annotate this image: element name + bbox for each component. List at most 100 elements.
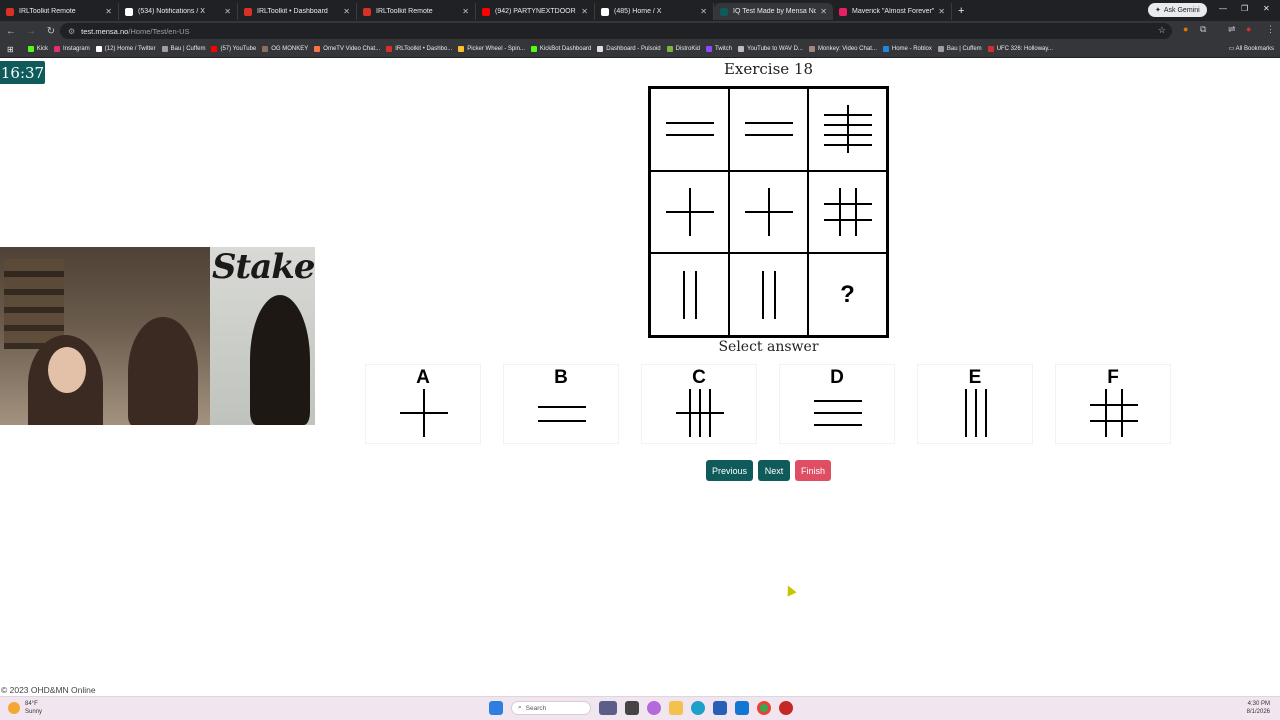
store-icon[interactable]	[713, 701, 727, 715]
widgets-icon[interactable]	[599, 701, 617, 715]
task-view-icon[interactable]	[625, 701, 639, 715]
puzzle-matrix: ?	[648, 86, 889, 338]
answer-option-c[interactable]: C	[641, 364, 757, 444]
answer-option-e[interactable]: E	[917, 364, 1033, 444]
sun-icon	[8, 702, 20, 714]
back-icon[interactable]: ←	[2, 26, 20, 37]
tab-title: IRLToolkit Remote	[19, 8, 76, 15]
bookmark-label: Dashboard - Pulsoid	[606, 46, 661, 52]
next-button[interactable]: Next	[758, 460, 790, 481]
bookmark-label: Picker Wheel - Spin...	[467, 46, 525, 52]
two-vertical-lines-pattern	[682, 270, 697, 319]
browser-tab[interactable]: (534) Notifications / X ✕	[119, 3, 238, 20]
tab-close-icon[interactable]: ✕	[700, 7, 707, 16]
bookmark-favicon-icon	[458, 46, 465, 52]
taskbar-search[interactable]: ⌕ Search	[511, 701, 591, 715]
bookmark-label: OG MONKEY	[271, 46, 309, 52]
menu-kebab-icon[interactable]: ⋮	[1266, 24, 1275, 35]
matrix-cell-6	[808, 170, 887, 254]
bookmark-item[interactable]: DistroKid	[664, 46, 703, 52]
apps-grid-icon[interactable]: ⊞	[4, 45, 17, 54]
all-bookmarks[interactable]: ▭ All Bookmarks	[1229, 45, 1274, 52]
system-clock[interactable]: 4:30 PM 8/1/2026	[1247, 700, 1270, 716]
select-answer-label: Select answer	[718, 339, 819, 355]
bookmark-label: DistroKid	[675, 46, 700, 52]
bookmark-item[interactable]: Twitch	[703, 46, 735, 52]
option-letter: A	[416, 367, 430, 388]
bookmark-item[interactable]: OmeTV Video Chat...	[311, 46, 383, 52]
tab-title: IQ Test Made by Mensa Norwa	[733, 8, 817, 15]
windows-start-icon[interactable]	[489, 701, 503, 715]
tab-title: Maverick "Almost Forever" EP	[852, 8, 935, 15]
webcam-person-left-face	[48, 347, 86, 393]
browser-tab[interactable]: (942) PARTYNEXTDOOR - Only ✕	[476, 3, 595, 20]
webcam-stake-logo: Stake	[212, 247, 315, 287]
browser-tab-bar: IRLToolkit Remote ✕ (534) Notifications / …	[0, 0, 1280, 21]
three-vertical-one-horizontal-pattern	[676, 389, 724, 437]
browser-tab[interactable]: IRLToolkit • Dashboard ✕	[238, 3, 357, 20]
chrome-icon[interactable]	[757, 701, 771, 715]
answer-option-f[interactable]: F	[1055, 364, 1171, 444]
app-record-icon[interactable]	[779, 701, 793, 715]
profile-avatar-icon[interactable]: ●	[1246, 24, 1251, 34]
browser-tab[interactable]: IRLToolkit Remote ✕	[0, 3, 119, 20]
bookmark-item[interactable]: Bau | Cuffem	[935, 46, 985, 52]
answer-option-a[interactable]: A	[365, 364, 481, 444]
ask-gemini-button[interactable]: ✦ Ask Gemini	[1148, 3, 1207, 17]
address-bar[interactable]: ⚙ test.mensa.no /Home/Test/en-US ☆	[60, 23, 1172, 39]
bookmark-item[interactable]: UFC 326: Holloway...	[985, 46, 1056, 52]
tab-close-icon[interactable]: ✕	[224, 7, 231, 16]
tab-close-icon[interactable]: ✕	[820, 7, 827, 16]
previous-button[interactable]: Previous	[706, 460, 753, 481]
file-explorer-icon[interactable]	[669, 701, 683, 715]
site-info-icon[interactable]: ⚙	[68, 27, 75, 36]
tab-close-icon[interactable]: ✕	[462, 7, 469, 16]
restore-icon[interactable]: ❐	[1241, 4, 1248, 13]
answer-option-b[interactable]: B	[503, 364, 619, 444]
webcam-person-middle	[128, 317, 198, 425]
bookmark-item[interactable]: OG MONKEY	[259, 46, 311, 52]
bookmark-item[interactable]: Bau | Cuffem	[159, 46, 209, 52]
browser-tab[interactable]: Maverick "Almost Forever" EP✕	[833, 3, 952, 20]
taskbar-search-label: Search	[525, 704, 547, 712]
bookmark-item[interactable]: Picker Wheel - Spin...	[455, 46, 528, 52]
extension-icon[interactable]: ●	[1183, 24, 1188, 34]
new-tab-button[interactable]: +	[958, 5, 964, 17]
copilot-icon[interactable]	[647, 701, 661, 715]
tab-close-icon[interactable]: ✕	[581, 7, 588, 16]
finish-button[interactable]: Finish	[795, 460, 831, 481]
option-letter: C	[692, 367, 706, 388]
bookmark-item[interactable]: YouTube to WAV D...	[735, 46, 806, 52]
browser-tab[interactable]: IRLToolkit Remote ✕	[357, 3, 476, 20]
forward-icon[interactable]: →	[22, 26, 40, 37]
bookmark-item[interactable]: KickBot Dashboard	[528, 46, 594, 52]
tab-close-icon[interactable]: ✕	[343, 7, 350, 16]
bookmark-item[interactable]: Instagram	[51, 46, 93, 52]
bookmark-item[interactable]: Dashboard - Pulsoid	[594, 46, 663, 52]
outlook-icon[interactable]	[735, 701, 749, 715]
answer-option-d[interactable]: D	[779, 364, 895, 444]
bookmark-item[interactable]: (57) YouTube	[208, 46, 259, 52]
reload-icon[interactable]: ↻	[42, 26, 60, 37]
close-window-icon[interactable]: ✕	[1263, 4, 1270, 13]
browser-tab[interactable]: IQ Test Made by Mensa Norwa✕	[714, 3, 833, 20]
edge-icon[interactable]	[691, 701, 705, 715]
browser-tab[interactable]: (485) Home / X ✕	[595, 3, 714, 20]
weather-widget[interactable]: 84°F Sunny	[8, 700, 42, 716]
bookmark-favicon-icon	[54, 46, 61, 52]
bookmark-item[interactable]: Monkey: Video Chat...	[806, 46, 880, 52]
bookmark-label: OmeTV Video Chat...	[323, 46, 381, 52]
option-letter: F	[1107, 367, 1119, 388]
tab-close-icon[interactable]: ✕	[105, 7, 112, 16]
bookmark-item[interactable]: Kick	[25, 46, 51, 52]
minimize-icon[interactable]: —	[1219, 4, 1227, 13]
exercise-title: Exercise 18	[723, 60, 814, 78]
bookmark-item[interactable]: (12) Home / Twitter	[93, 46, 159, 52]
clock-date: 8/1/2026	[1246, 709, 1270, 715]
extensions-puzzle-icon[interactable]: ⧉	[1200, 24, 1206, 35]
cast-icon[interactable]: ⇌	[1228, 24, 1236, 35]
bookmark-item[interactable]: IRLToolkit • Dashbo...	[383, 46, 455, 52]
bookmark-item[interactable]: Home - Roblox	[880, 46, 935, 52]
bookmark-star-icon[interactable]: ☆	[1158, 25, 1166, 36]
tab-close-icon[interactable]: ✕	[938, 7, 945, 16]
